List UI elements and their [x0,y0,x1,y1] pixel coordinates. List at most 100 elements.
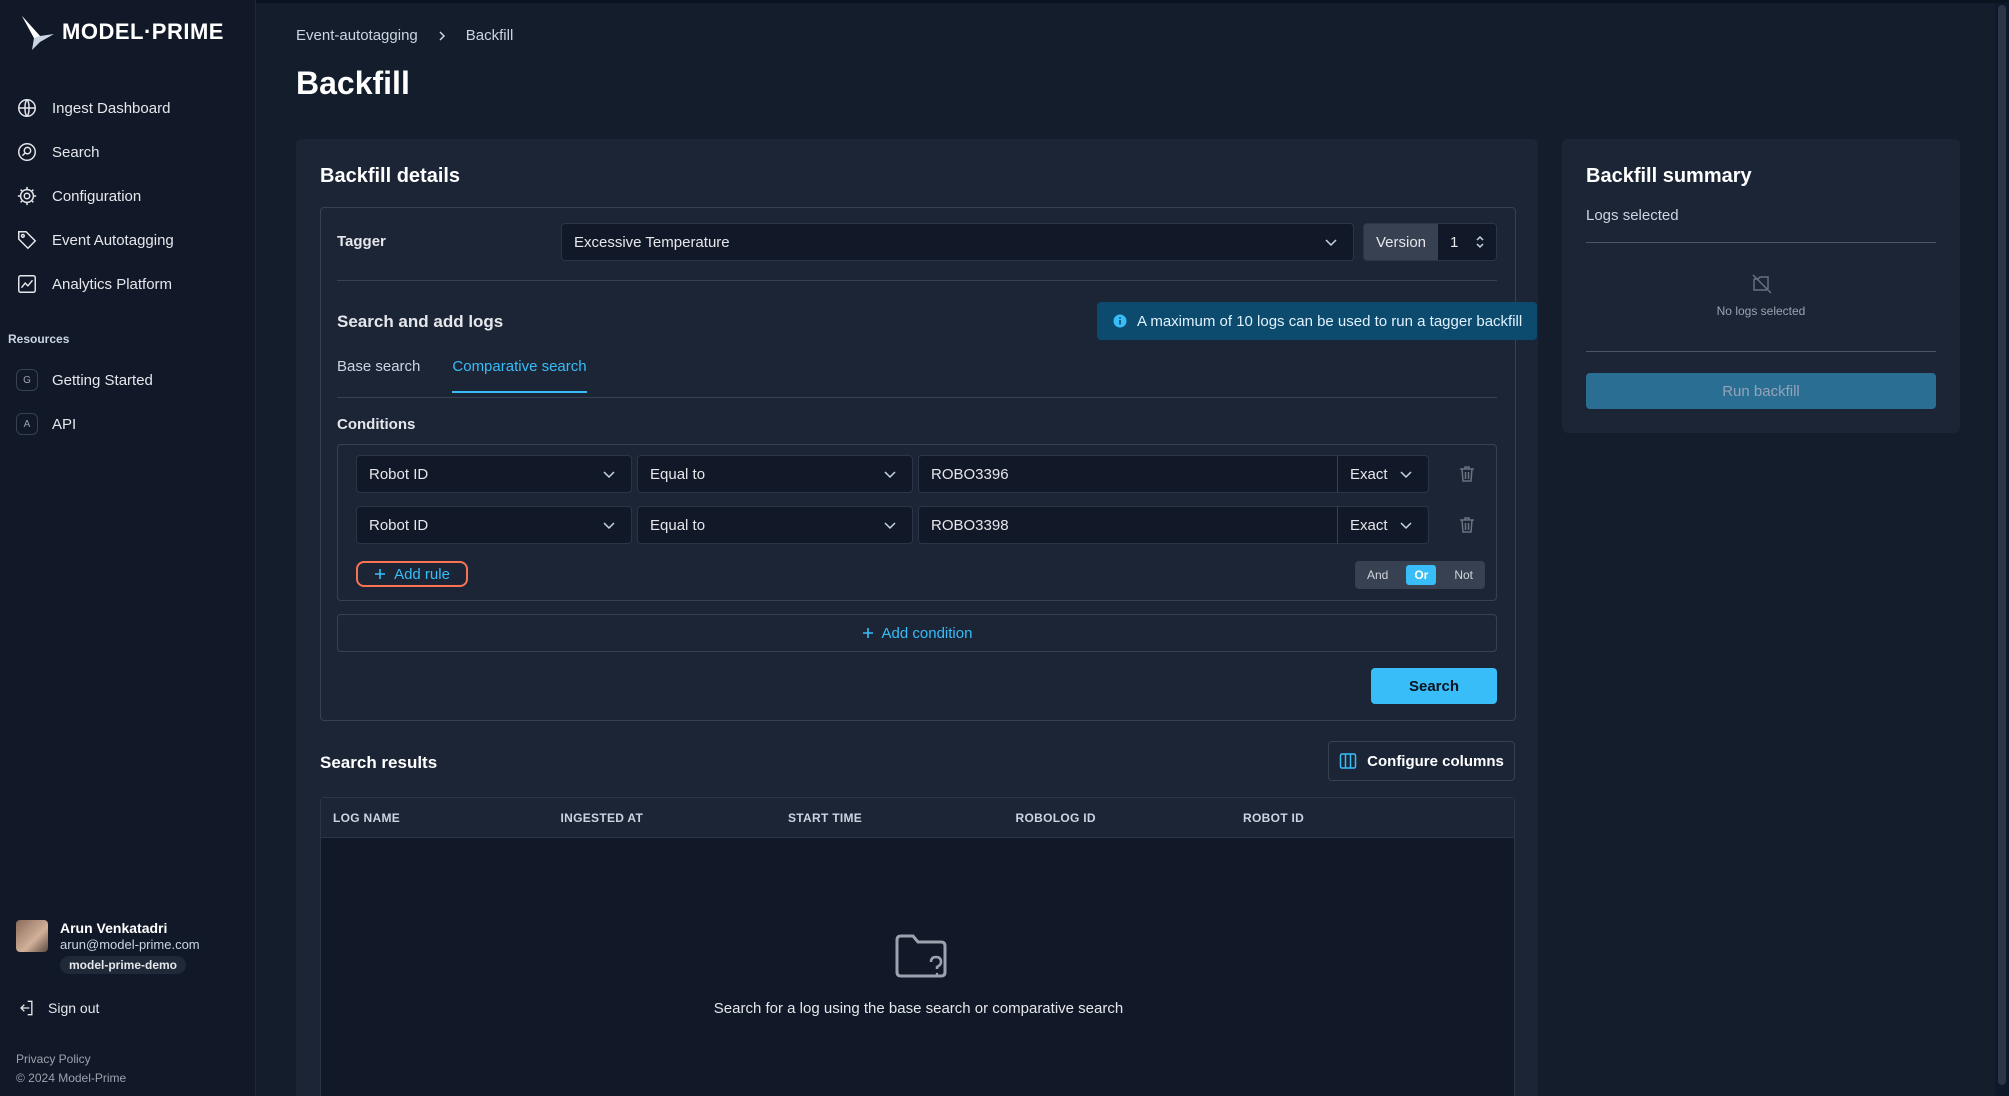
version-stepper[interactable]: Version 1 [1363,223,1497,261]
privacy-policy-link[interactable]: Privacy Policy [16,1052,91,1066]
version-label: Version [1364,224,1438,260]
tagger-select[interactable]: Excessive Temperature [561,223,1354,261]
rule-operator-value: Equal to [650,516,706,534]
divider [337,280,1497,281]
scrollbar-thumb[interactable] [1998,5,2006,1085]
empty-state-text: Search for a log using the base search o… [713,1000,1124,1017]
search-icon [18,143,36,161]
tab-comparative-search[interactable]: Comparative search [452,358,587,393]
user-name: Arun Venkatadri [60,920,168,936]
rule-operator-select[interactable]: Equal to [637,455,913,493]
column-header-log-name[interactable]: LOG NAME [333,811,561,825]
resources-list: G Getting Started A API [0,358,256,446]
resource-label: API [52,415,77,433]
rule-match-select[interactable]: Exact [1337,506,1429,544]
add-rule-label: Add rule [394,565,450,583]
conditions-label: Conditions [337,416,416,433]
org-badge: model-prime-demo [60,956,187,974]
no-logs-text: No logs selected [1716,304,1806,318]
tabs-divider [337,397,1497,398]
scrollbar[interactable] [1995,3,2009,1096]
chevron-down-icon [603,522,615,530]
divider [1586,351,1936,352]
rule-field-select[interactable]: Robot ID [356,455,632,493]
logs-selected-label: Logs selected [1586,207,1679,224]
version-input[interactable]: 1 [1438,224,1496,260]
stepper-icon[interactable] [1474,234,1486,250]
chevron-down-icon [884,522,896,530]
condition-group: Robot ID Equal to ROBO3396 Exact Robot I… [337,444,1497,601]
chevron-down-icon [603,471,615,479]
sidebar-item-ingest-dashboard[interactable]: Ingest Dashboard [0,86,256,130]
column-header-robot-id[interactable]: ROBOT ID [1243,811,1471,825]
configure-columns-label: Configure columns [1367,752,1504,770]
breadcrumb-current: Backfill [465,27,514,44]
add-condition-label: Add condition [881,624,973,642]
column-header-start-time[interactable]: START TIME [788,811,1016,825]
run-backfill-button[interactable]: Run backfill [1586,373,1936,409]
chevron-right-icon [439,30,445,41]
copyright: © 2024 Model-Prime [16,1071,127,1085]
rule-match-select[interactable]: Exact [1337,455,1429,493]
columns-icon [1339,753,1357,769]
sign-out-button[interactable]: Sign out [16,998,99,1018]
info-banner: A maximum of 10 logs can be used to run … [1097,302,1537,340]
info-text: A maximum of 10 logs can be used to run … [1137,312,1523,330]
tag-icon [18,231,37,250]
column-header-robolog-id[interactable]: ROBOLOG ID [1016,811,1244,825]
results-table: LOG NAME INGESTED AT START TIME ROBOLOG … [320,797,1515,1096]
sidebar-item-getting-started[interactable]: G Getting Started [0,358,256,402]
rule-value-input[interactable]: ROBO3396 [918,455,1338,493]
chevron-down-icon [1400,471,1412,479]
sidebar-item-label: Configuration [52,187,142,205]
search-results-title: Search results [320,753,438,772]
rule-field-value: Robot ID [369,516,429,534]
sidebar: MODEL·PRIME Ingest Dashboard Search Conf… [0,0,256,1096]
version-value: 1 [1450,233,1459,251]
configure-columns-button[interactable]: Configure columns [1328,741,1515,781]
sign-out-icon [20,1000,33,1016]
rule-value-text: ROBO3396 [931,465,1009,483]
user-profile[interactable]: Arun Venkatadri arun@model-prime.com mod… [16,920,200,974]
avatar [16,920,48,952]
rule-operator-select[interactable]: Equal to [637,506,913,544]
backfill-details-card: Backfill details Tagger Excessive Temper… [296,139,1538,1096]
search-tabs: Base search Comparative search [337,358,587,393]
sidebar-item-event-autotagging[interactable]: Event Autotagging [0,218,256,262]
sidebar-item-analytics-platform[interactable]: Analytics Platform [0,262,256,306]
no-logs-icon [1752,274,1772,294]
rule-field-value: Robot ID [369,465,429,483]
trash-icon[interactable] [1457,464,1477,484]
breadcrumb: Event-autotagging Backfill [296,27,513,44]
gear-icon [17,186,37,206]
breadcrumb-parent[interactable]: Event-autotagging [296,27,418,44]
backfill-details-title: Backfill details [320,165,461,187]
rule-match-value: Exact [1350,516,1388,534]
folder-question-icon [895,934,947,978]
chart-icon [18,275,36,293]
sidebar-item-search[interactable]: Search [0,130,256,174]
rule-field-select[interactable]: Robot ID [356,506,632,544]
brand-logo[interactable]: MODEL·PRIME [20,14,224,50]
search-button[interactable]: Search [1371,668,1497,704]
backfill-summary-card: Backfill summary Logs selected No logs s… [1562,139,1960,433]
sidebar-item-configuration[interactable]: Configuration [0,174,256,218]
resource-badge: A [16,413,38,435]
add-condition-button[interactable]: Add condition [337,614,1497,652]
rule-match-value: Exact [1350,465,1388,483]
search-section-title: Search and add logs [337,312,504,331]
logic-not[interactable]: Not [1446,565,1481,585]
trash-icon[interactable] [1457,515,1477,535]
sidebar-item-label: Event Autotagging [52,231,174,249]
add-rule-button[interactable]: Add rule [356,561,468,587]
user-email: arun@model-prime.com [60,937,200,952]
main-content: Event-autotagging Backfill Backfill Back… [256,0,2009,1096]
tab-base-search[interactable]: Base search [337,358,420,393]
logic-and[interactable]: And [1359,565,1396,585]
globe-icon [18,99,36,117]
column-header-ingested-at[interactable]: INGESTED AT [561,811,789,825]
logic-or[interactable]: Or [1406,565,1437,585]
sidebar-nav: Ingest Dashboard Search Configuration Ev… [0,86,256,306]
sidebar-item-api[interactable]: A API [0,402,256,446]
rule-value-input[interactable]: ROBO3398 [918,506,1338,544]
